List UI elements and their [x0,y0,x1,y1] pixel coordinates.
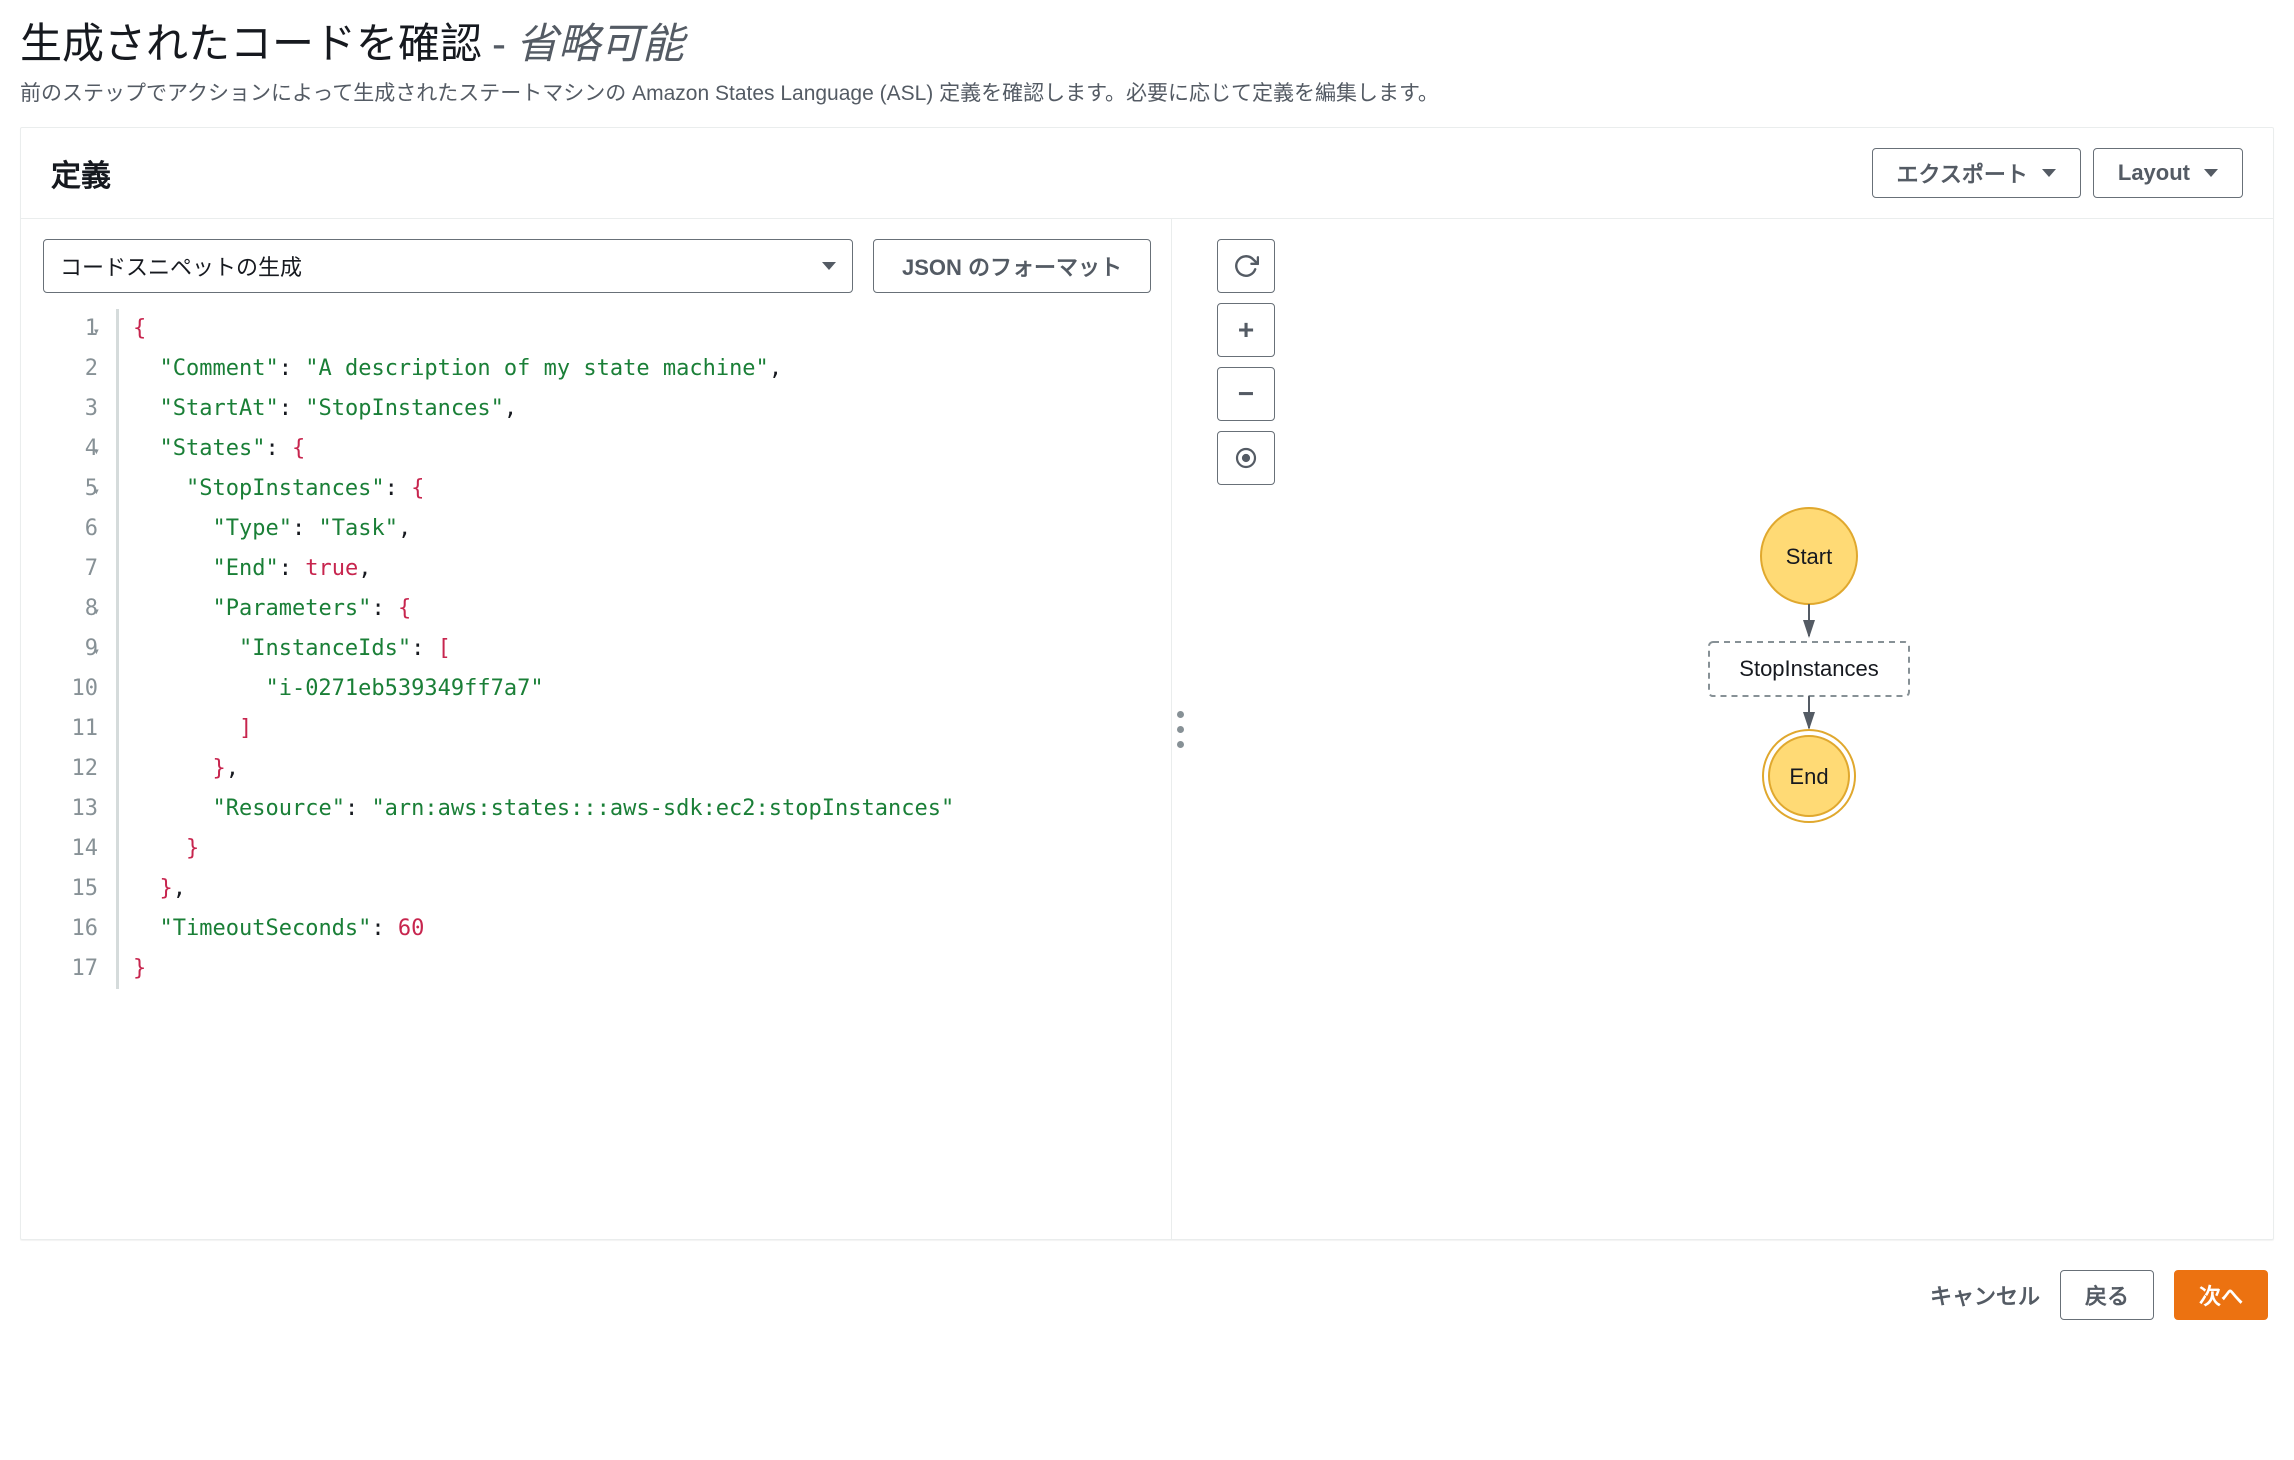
code-line[interactable]: "Comment": "A description of my state ma… [133,349,954,389]
target-icon [1234,446,1258,470]
zoom-out-button[interactable]: − [1217,367,1275,421]
editor-code-area[interactable]: { "Comment": "A description of my state … [119,309,954,989]
export-label: エクスポート [1897,157,2028,189]
refresh-icon [1233,253,1259,279]
state-node-label: StopInstances [1739,656,1878,681]
line-number: 4 [43,429,98,469]
line-number: 16 [43,909,98,949]
code-line[interactable]: }, [133,869,954,909]
code-line[interactable]: } [133,829,954,869]
graph-pane: + − [1189,219,2273,1239]
title-separator: - [492,20,506,68]
line-number: 9 [43,629,98,669]
format-json-button[interactable]: JSON のフォーマット [873,239,1151,293]
line-number: 5 [43,469,98,509]
line-number: 6 [43,509,98,549]
back-button[interactable]: 戻る [2060,1270,2154,1320]
code-line[interactable]: "End": true, [133,549,954,589]
zoom-in-button[interactable]: + [1217,303,1275,357]
code-line[interactable]: "Type": "Task", [133,509,954,549]
code-line[interactable]: "i-0271eb539349ff7a7" [133,669,954,709]
pane-divider[interactable] [1171,219,1189,1239]
line-number: 3 [43,389,98,429]
panel-header: 定義 エクスポート Layout [21,128,2273,219]
snippet-select[interactable]: コードスニペットの生成 [43,239,853,293]
line-number: 17 [43,949,98,989]
layout-button[interactable]: Layout [2093,148,2243,198]
page-description: 前のステップでアクションによって生成されたステートマシンの Amazon Sta… [20,77,2274,107]
line-number: 12 [43,749,98,789]
page-subtitle: 省略可能 [516,10,684,71]
code-line[interactable]: "StartAt": "StopInstances", [133,389,954,429]
line-number: 1 [43,309,98,349]
plus-icon: + [1238,314,1254,346]
code-line[interactable]: "Resource": "arn:aws:states:::aws-sdk:ec… [133,789,954,829]
line-number: 13 [43,789,98,829]
end-node-label: End [1789,764,1828,789]
layout-label: Layout [2118,160,2190,186]
code-line[interactable]: "Parameters": { [133,589,954,629]
definition-panel: 定義 エクスポート Layout コードスニペットの生成 JSON のフォーマ [20,127,2274,1240]
workflow-graph[interactable]: Start StopInstances End [1679,506,1939,849]
editor-gutter: 1234567891011121314151617 [43,309,119,989]
line-number: 11 [43,709,98,749]
page-header: 生成されたコードを確認 - 省略可能 前のステップでアクションによって生成された… [20,0,2274,127]
line-number: 7 [43,549,98,589]
line-number: 8 [43,589,98,629]
refresh-button[interactable] [1217,239,1275,293]
export-button[interactable]: エクスポート [1872,148,2081,198]
line-number: 10 [43,669,98,709]
snippet-select-label: コードスニペットの生成 [60,250,302,282]
center-button[interactable] [1217,431,1275,485]
line-number: 2 [43,349,98,389]
footer-actions: キャンセル 戻る 次へ [20,1240,2274,1344]
code-line[interactable]: "StopInstances": { [133,469,954,509]
line-number: 14 [43,829,98,869]
chevron-down-icon [822,262,836,270]
code-line[interactable]: ] [133,709,954,749]
next-button[interactable]: 次へ [2174,1270,2268,1320]
code-line[interactable]: } [133,949,954,989]
start-node-label: Start [1786,544,1832,569]
cancel-button[interactable]: キャンセル [1930,1279,2040,1311]
code-line[interactable]: "InstanceIds": [ [133,629,954,669]
panel-title: 定義 [51,151,111,195]
line-number: 15 [43,869,98,909]
page-title: 生成されたコードを確認 [20,10,482,71]
code-editor[interactable]: 1234567891011121314151617 { "Comment": "… [43,309,1151,989]
code-line[interactable]: }, [133,749,954,789]
code-line[interactable]: "TimeoutSeconds": 60 [133,909,954,949]
code-line[interactable]: "States": { [133,429,954,469]
code-line[interactable]: { [133,309,954,349]
minus-icon: − [1238,378,1254,410]
editor-pane: コードスニペットの生成 JSON のフォーマット 123456789101112… [21,219,1171,1239]
